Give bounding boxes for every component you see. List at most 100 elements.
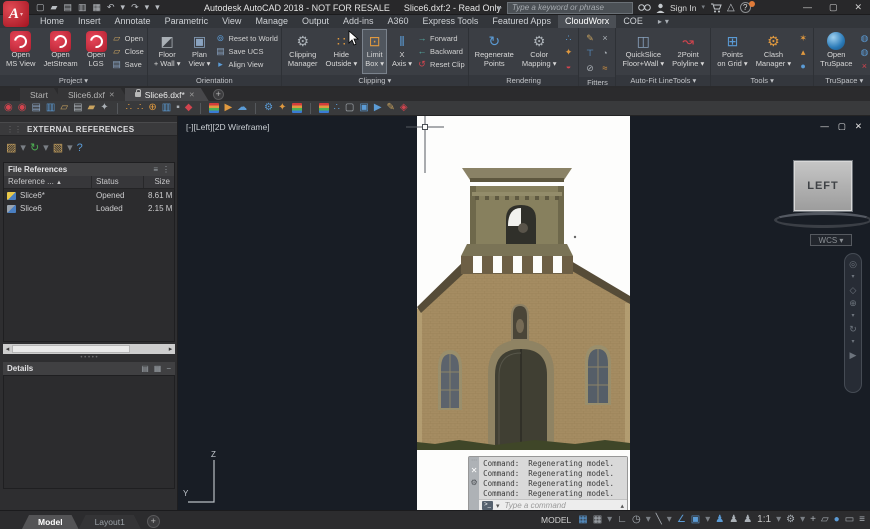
command-grip[interactable]: ⋯ ✕ ⚙ [469, 457, 479, 510]
scroll-left-icon[interactable]: ◂ [3, 345, 12, 353]
command-customize-icon[interactable]: ⚙ [470, 478, 477, 487]
caret-down-icon[interactable]: ▾ [646, 512, 651, 528]
sign-in-button[interactable]: Sign In [670, 3, 696, 13]
clash-manager-button[interactable]: ⚙Clash Manager ▾ [753, 29, 794, 74]
tree-view-icon[interactable]: ⋮ [162, 165, 170, 174]
regen-icon[interactable]: ▶ [224, 101, 232, 115]
caret-down-icon[interactable]: ▾ [701, 1, 705, 14]
fit-x-icon[interactable]: × [597, 31, 612, 46]
ribbon-tab[interactable]: Output [295, 15, 336, 28]
align-view-button[interactable]: ▸Align View [215, 58, 277, 70]
caret-down-icon[interactable]: ▾ [705, 512, 710, 528]
colormap-icon[interactable] [209, 103, 219, 113]
panel-label[interactable]: Auto-Fit LineTools ▾ [616, 75, 710, 86]
maximize-button[interactable]: ▢ [829, 0, 838, 14]
save-ucs-button[interactable]: ▤Save UCS [215, 45, 277, 57]
ribbon-tab[interactable]: Parametric [158, 15, 216, 28]
folder-icon[interactable]: ▰ [88, 101, 96, 115]
gear-icon[interactable]: ⚙ [264, 101, 273, 115]
media-dropdown-icon[interactable]: ▸▾ [650, 15, 677, 28]
preview-pane-icon[interactable]: ▤ [141, 364, 149, 373]
horizontal-scrollbar[interactable]: ◂ ▸ [3, 344, 175, 354]
ribbon-tab[interactable]: View [215, 15, 248, 28]
hide-points-icon[interactable]: ∴ [126, 101, 132, 115]
cloudworx-jetstream-icon[interactable]: ◉ [18, 101, 27, 115]
saveas-icon[interactable]: ▥ [78, 1, 87, 14]
viewport-minimize-button[interactable]: — [820, 121, 829, 132]
search-binoculars-icon[interactable] [638, 3, 651, 12]
ribbon-tab[interactable]: Add-ins [336, 15, 381, 28]
customization-icon[interactable]: ≡ [859, 512, 865, 528]
viewport-close-button[interactable]: ✕ [855, 121, 862, 132]
viewport-controls-label[interactable]: [-][Left][2D Wireframe] [186, 122, 270, 132]
attach-dwg-icon[interactable]: ▨ [6, 142, 16, 155]
showmotion-icon[interactable]: ▶ [850, 350, 857, 360]
column-status[interactable]: Status [92, 176, 144, 188]
osnap-icon[interactable]: ▣ [691, 512, 700, 528]
viewport-restore-button[interactable]: ▢ [838, 121, 846, 132]
caret-down-icon[interactable]: ▾ [496, 502, 500, 510]
x-axis-button[interactable]: ‖X Axis ▾ [389, 29, 415, 74]
autocad-logo-menu[interactable]: A▾ [3, 1, 29, 27]
search-flyout-icon[interactable]: ▸ [498, 3, 502, 12]
caret-down-icon[interactable]: ▾ [851, 337, 854, 347]
layout1-tab[interactable]: Layout1 [79, 515, 141, 529]
help-icon[interactable]: ? [740, 2, 751, 13]
select-box-icon[interactable]: ▣ [359, 101, 368, 115]
ribbon-tab[interactable]: A360 [381, 15, 416, 28]
polar-tracking-icon[interactable]: ∠ [677, 512, 686, 528]
floor-wall-button[interactable]: ◩Floor + Wall ▾ [151, 29, 184, 74]
colormap3-icon[interactable] [319, 103, 329, 113]
caret-down-icon[interactable]: ▾ [67, 142, 73, 155]
regenerate-points-button[interactable]: ↻Regenerate Points [472, 29, 517, 74]
app-store-cart-icon[interactable] [710, 3, 722, 13]
qat-menu-icon[interactable]: ▾ [155, 1, 160, 14]
wcs-dropdown[interactable]: WCS ▾ [810, 234, 852, 246]
separator[interactable] [255, 103, 256, 114]
plan-view-button[interactable]: ▣Plan View ▾ [185, 29, 213, 74]
pointer-tool-icon[interactable]: ✦ [100, 101, 108, 115]
caret-down-icon[interactable]: ▾ [20, 142, 26, 155]
snap-grid-icon[interactable]: ▦ [593, 512, 602, 528]
ribbon-tab[interactable]: Express Tools [416, 15, 486, 28]
project-open-button[interactable]: ▱Open [112, 32, 144, 44]
points-icon[interactable]: ∴ [334, 101, 340, 115]
new-layout-button[interactable]: + [147, 515, 160, 528]
clean-screen-icon[interactable]: ▭ [845, 512, 854, 528]
reset-to-world-button[interactable]: ⊚Reset to World [215, 32, 277, 44]
wand-icon[interactable]: ✦ [278, 101, 286, 115]
isolate-objects-icon[interactable]: ▱ [821, 512, 829, 528]
person-icon[interactable]: ◍ [857, 46, 870, 58]
reset-clip-button[interactable]: ↺Reset Clip [417, 58, 465, 70]
model-space-label[interactable]: MODEL [541, 515, 571, 525]
light-icon[interactable]: ▴ [796, 46, 810, 58]
caret-down-icon[interactable]: ▾ [121, 1, 126, 14]
file-tab-slice6-active[interactable]: Slice6.dxf*✕ [125, 88, 209, 101]
model-tab[interactable]: Model [22, 515, 79, 529]
workspace-gear-icon[interactable]: ⚙ [786, 512, 795, 528]
open-jetstream-button[interactable]: Open JetStream [40, 29, 80, 74]
fit-pencil-icon[interactable]: ✎ [582, 31, 597, 46]
annotation-scale-label[interactable]: 1:1 [757, 512, 771, 528]
caret-down-icon[interactable]: ▾ [800, 512, 805, 528]
command-input-row[interactable]: >_ ▾ ▴ [479, 499, 627, 510]
caret-down-icon[interactable]: ▾ [776, 512, 781, 528]
undo-icon[interactable]: ↶ [107, 1, 115, 14]
box-clip-icon[interactable]: ▪ [176, 101, 180, 115]
history-toggle-icon[interactable]: ▴ [620, 502, 624, 510]
drawing-viewport[interactable]: [-][Left][2D Wireframe] — ▢ ✕ [178, 116, 870, 510]
file-tab-slice6[interactable]: Slice6.dxf✕ [58, 88, 129, 101]
scrollbar-thumb[interactable] [12, 345, 130, 353]
command-line-window[interactable]: ⋯ ✕ ⚙ Command: Regenerating model.Comman… [468, 456, 628, 510]
open-truspace-button[interactable]: Open TruSpace [817, 29, 855, 74]
fit-wave-icon[interactable]: ≈ [597, 61, 612, 76]
xref-row[interactable]: Slice6* Opened 8.61 M [4, 189, 174, 202]
caret-down-icon[interactable]: ▾ [43, 142, 49, 155]
annotation-autoscale-icon[interactable]: ♟ [729, 512, 738, 528]
separator[interactable] [200, 103, 201, 114]
sun-icon[interactable]: ✶ [796, 32, 810, 44]
refresh-icon[interactable]: ↻ [30, 142, 39, 155]
panel-label[interactable]: Project ▾ [0, 75, 147, 86]
close-icon[interactable]: ✕ [189, 91, 195, 99]
axis-clip-icon[interactable]: ▥ [162, 101, 171, 115]
